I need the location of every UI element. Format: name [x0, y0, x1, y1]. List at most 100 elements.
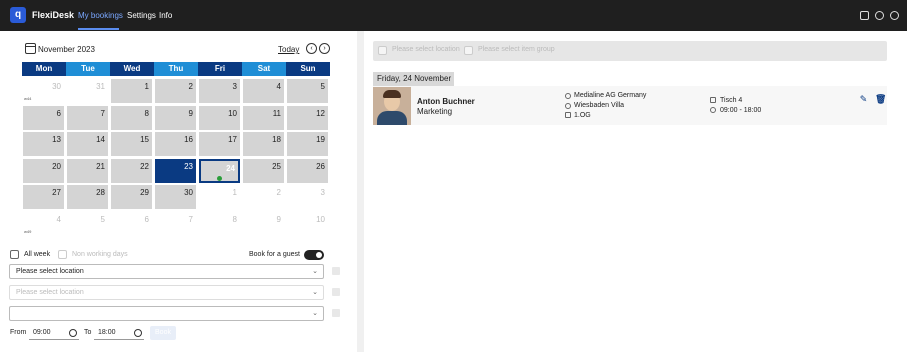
- location-select-2[interactable]: Please select location ⌄: [9, 285, 324, 300]
- calendar-day[interactable]: 28: [67, 185, 108, 209]
- location-select[interactable]: Please select location ⌄: [9, 264, 324, 279]
- calendar-day[interactable]: 23: [155, 158, 196, 183]
- day-number: 1: [144, 82, 149, 91]
- booking-site: Wiesbaden Villa: [574, 102, 625, 109]
- filter-item-group-label: Please select item group: [478, 46, 555, 53]
- prev-month-icon[interactable]: ‹: [306, 43, 317, 54]
- day-number: 9: [276, 214, 281, 224]
- book-button[interactable]: Book: [150, 326, 176, 340]
- calendar-day: 3: [287, 185, 328, 209]
- filter-location-label: Please select location: [392, 46, 460, 53]
- calendar-day[interactable]: 3: [199, 79, 240, 103]
- from-time-input[interactable]: 09:00: [29, 326, 79, 340]
- book-for-guest-toggle[interactable]: [304, 250, 324, 260]
- weekday-header: Fri: [198, 62, 242, 76]
- all-week-checkbox[interactable]: [10, 250, 19, 259]
- edit-icon[interactable]: ✎: [859, 95, 868, 104]
- calendar-day[interactable]: 13: [23, 132, 64, 156]
- calendar-day[interactable]: 6: [23, 105, 64, 130]
- floor-icon: [565, 112, 571, 118]
- next-month-icon[interactable]: ›: [319, 43, 330, 54]
- location-pin-icon: [565, 103, 571, 109]
- calendar-day[interactable]: 20: [23, 158, 64, 183]
- item-select[interactable]: ⌄: [9, 306, 324, 321]
- filter-location-checkbox[interactable]: [378, 46, 387, 55]
- delete-icon[interactable]: 🗑: [875, 95, 886, 104]
- calendar-day[interactable]: 19: [287, 132, 328, 156]
- logout-icon[interactable]: [860, 11, 869, 20]
- calendar-day: 30: [23, 79, 64, 103]
- day-number: 16: [184, 135, 193, 144]
- weekday-header: Wed: [110, 62, 154, 76]
- non-working-days-checkbox[interactable]: [58, 250, 67, 259]
- chevron-down-icon: ⌄: [312, 289, 318, 296]
- day-number: 30: [184, 188, 193, 197]
- nav-info[interactable]: Info: [159, 11, 172, 20]
- day-number: 12: [316, 108, 325, 118]
- calendar-day[interactable]: 26: [287, 158, 328, 183]
- calendar-day[interactable]: 9: [155, 105, 196, 130]
- location-side-button[interactable]: [332, 267, 340, 275]
- day-number: 18: [272, 135, 281, 144]
- item-side-button[interactable]: [332, 309, 340, 317]
- language-icon[interactable]: [890, 11, 899, 20]
- to-label: To: [84, 329, 92, 336]
- calendar-day[interactable]: 15: [111, 132, 152, 156]
- clock-icon[interactable]: [69, 329, 77, 337]
- calendar-day[interactable]: 24: [199, 158, 240, 183]
- calendar-day: 1: [199, 185, 240, 209]
- flexidesk-logo[interactable]: q: [10, 7, 26, 23]
- calendar-day[interactable]: 8: [111, 105, 152, 130]
- calendar-day[interactable]: 21: [67, 158, 108, 183]
- weekday-header: Sun: [286, 62, 330, 76]
- calendar-day[interactable]: 18: [243, 132, 284, 156]
- calendar-day[interactable]: 10: [199, 105, 240, 130]
- clock-icon[interactable]: [134, 329, 142, 337]
- calendar-day[interactable]: 17: [199, 132, 240, 156]
- calendar-day[interactable]: 14: [67, 132, 108, 156]
- weekday-header: Mon: [22, 62, 66, 76]
- calendar-day[interactable]: 12: [287, 105, 328, 130]
- day-number: 9: [188, 108, 193, 118]
- calendar-day: 5: [67, 212, 108, 236]
- calendar-day[interactable]: 25: [243, 158, 284, 183]
- day-number: 10: [316, 214, 325, 224]
- day-number: 13: [52, 135, 61, 144]
- location-2-side-button[interactable]: [332, 288, 340, 296]
- to-time-input[interactable]: 18:00: [94, 326, 144, 340]
- day-number: 14: [96, 135, 105, 144]
- calendar-day[interactable]: 2: [155, 79, 196, 103]
- day-number: 26: [316, 161, 325, 171]
- calendar-day[interactable]: 22: [111, 158, 152, 183]
- calendar-day[interactable]: 4: [243, 79, 284, 103]
- day-number: 7: [100, 108, 105, 118]
- booking-person-name: Anton Buchner: [417, 97, 475, 106]
- calendar-day[interactable]: 7: [67, 105, 108, 130]
- today-link[interactable]: Today: [278, 45, 299, 54]
- book-for-guest-label: Book for a guest: [249, 251, 300, 258]
- calendar-day[interactable]: 5: [287, 79, 328, 103]
- weekday-header: Sat: [242, 62, 286, 76]
- calendar-day: 2: [243, 185, 284, 209]
- location-select-2-value: Please select location: [16, 289, 84, 296]
- calendar-day: 6: [111, 212, 152, 236]
- company-icon: [565, 93, 571, 99]
- calendar-day[interactable]: 16: [155, 132, 196, 156]
- day-number: 6: [144, 214, 149, 224]
- day-number: 27: [52, 188, 61, 197]
- calendar-day[interactable]: 29: [111, 185, 152, 209]
- calendar-day: 4: [23, 212, 64, 236]
- calendar-icon[interactable]: [25, 43, 36, 54]
- calendar-day[interactable]: 1: [111, 79, 152, 103]
- booking-floor: 1.OG: [574, 112, 591, 119]
- day-number: 8: [144, 108, 149, 118]
- calendar-day[interactable]: 11: [243, 105, 284, 130]
- nav-settings[interactable]: Settings: [127, 11, 156, 20]
- nav-my-bookings[interactable]: My bookings: [78, 11, 123, 20]
- calendar-day[interactable]: 27: [23, 185, 64, 209]
- calendar-day[interactable]: 30: [155, 185, 196, 209]
- refresh-icon[interactable]: [875, 11, 884, 20]
- month-label: November 2023: [38, 45, 95, 54]
- day-number: 24: [226, 163, 235, 173]
- filter-item-group-checkbox[interactable]: [464, 46, 473, 55]
